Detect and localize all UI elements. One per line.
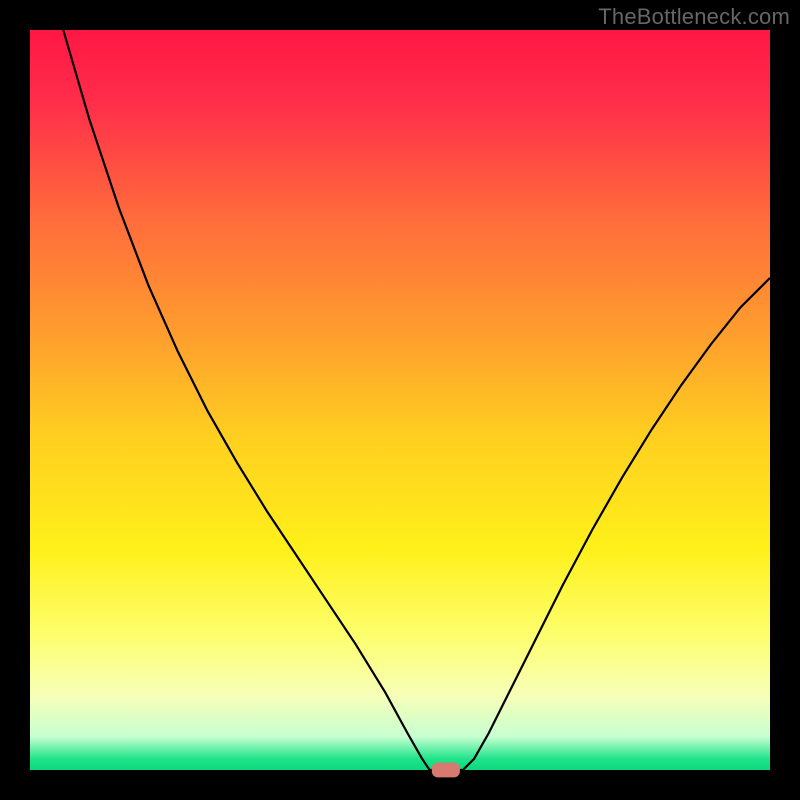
chart-svg bbox=[0, 0, 800, 800]
plot-background bbox=[30, 30, 770, 770]
chart-container: TheBottleneck.com bbox=[0, 0, 800, 800]
optimum-marker bbox=[432, 763, 460, 778]
watermark-text: TheBottleneck.com bbox=[598, 4, 790, 30]
